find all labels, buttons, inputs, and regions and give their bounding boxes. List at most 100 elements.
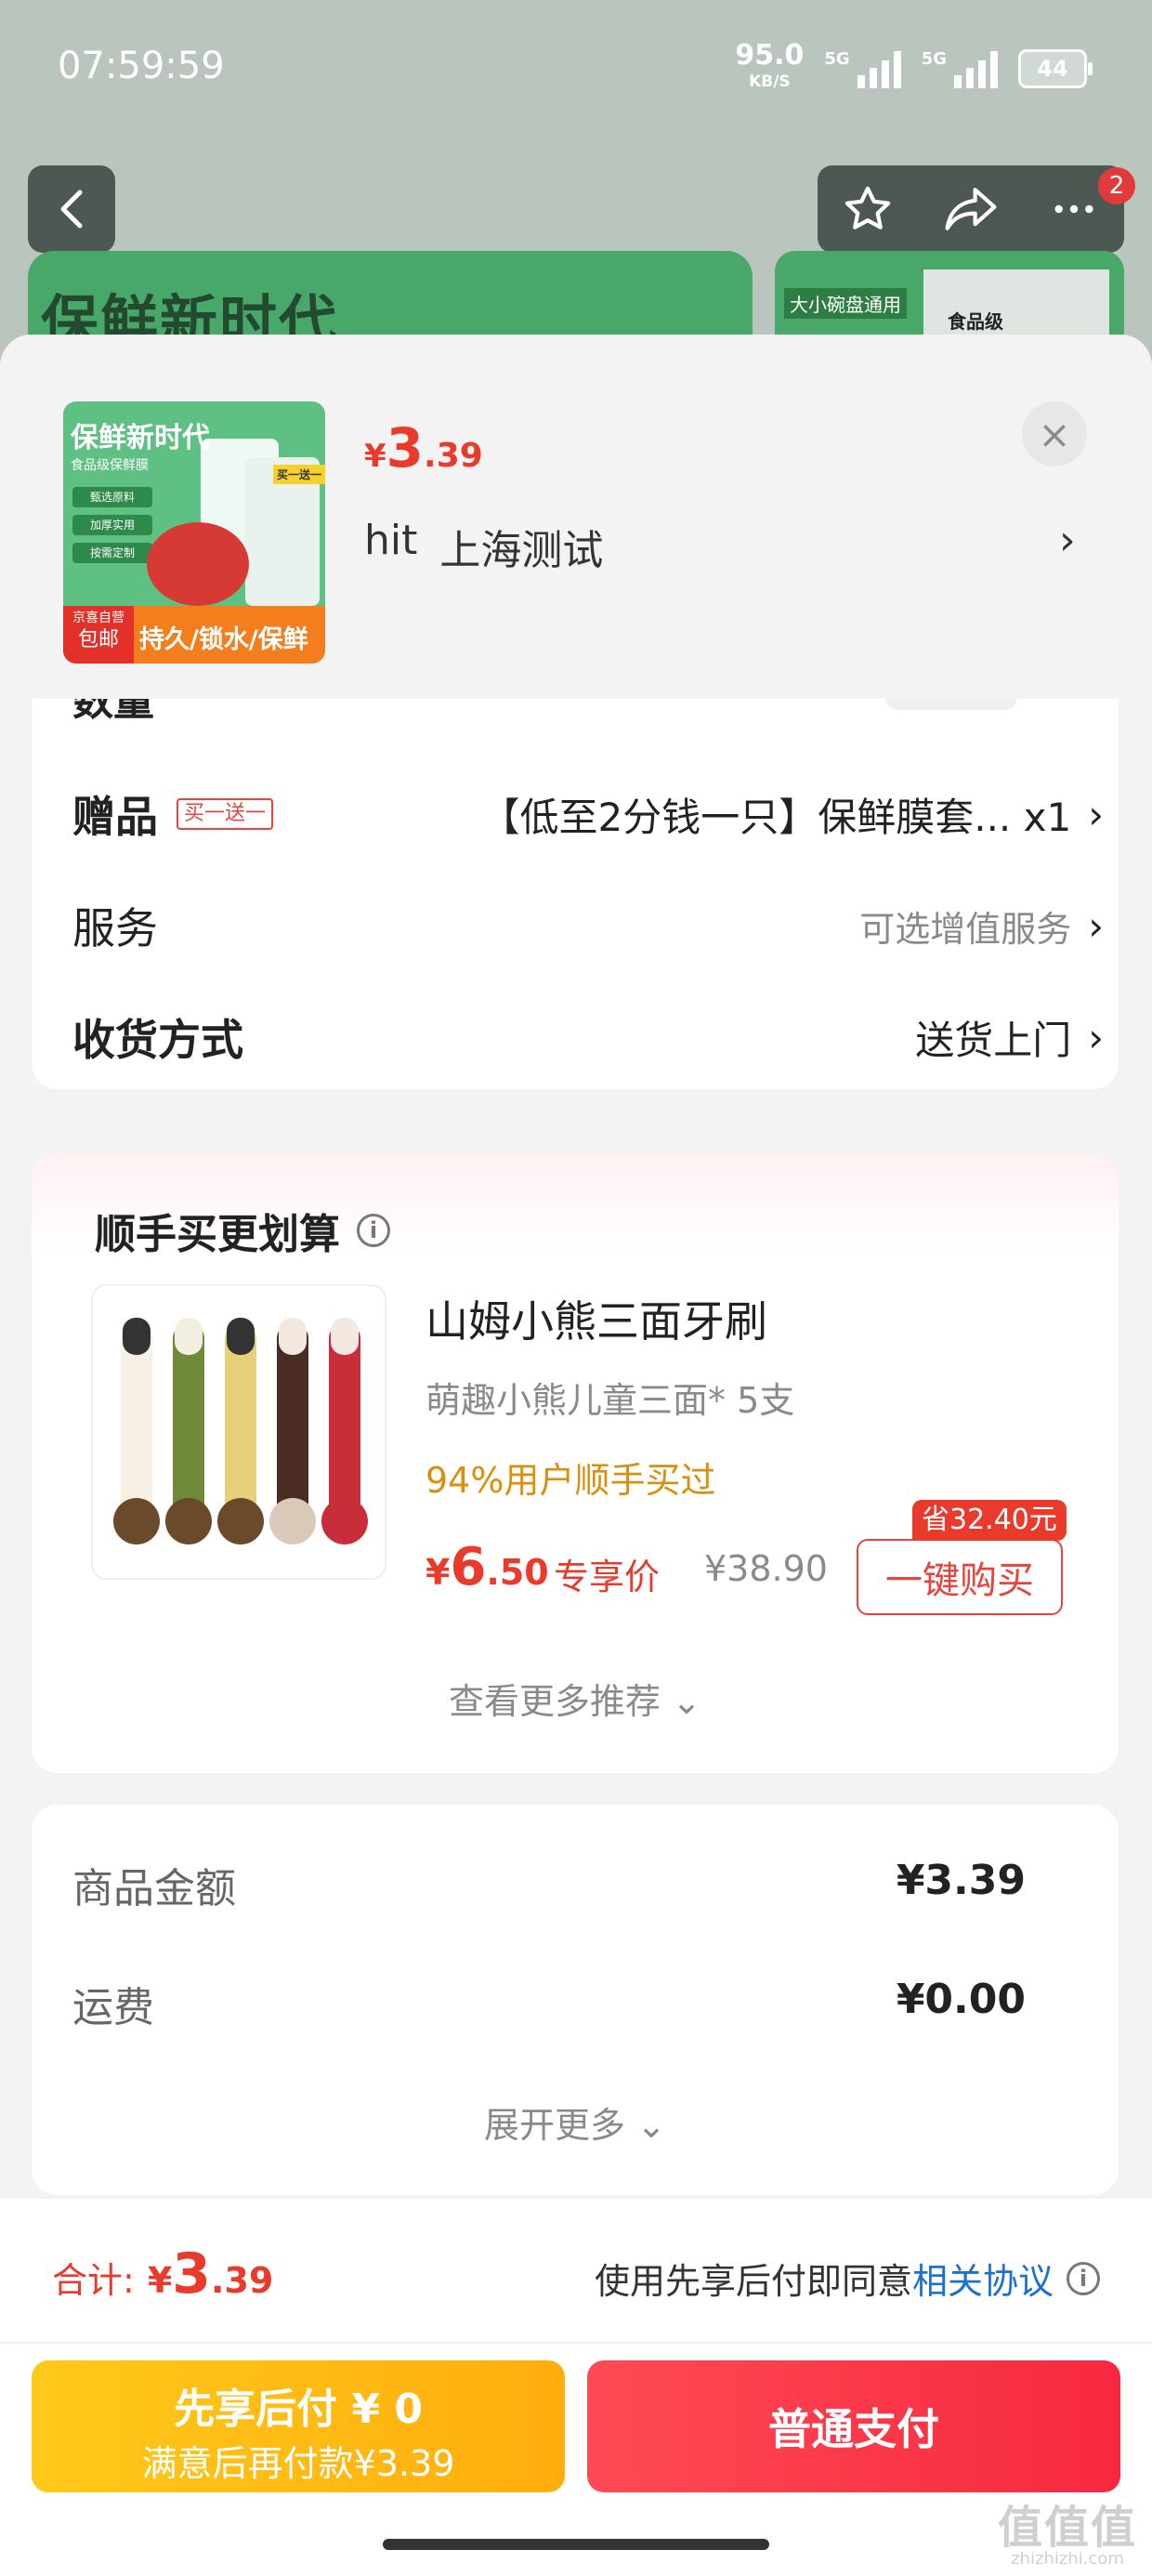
gift-tag: 买一送一	[177, 798, 274, 830]
battery-level: 44	[1037, 56, 1068, 82]
product-price: ¥3.39	[364, 416, 483, 480]
gift-value: 【低至2分钱一只】保鲜膜套... x1	[480, 794, 1072, 840]
chevron-right-icon: ›	[1088, 902, 1104, 949]
thumb-chip: 按需定制	[72, 543, 152, 563]
recommend-buy-rate: 94%用户顺手买过	[425, 1460, 716, 1501]
gift-label: 赠品	[72, 792, 158, 842]
watermark-text: 值值值	[997, 2502, 1137, 2554]
share-icon[interactable]	[943, 183, 999, 235]
options-card: 数量 赠品 买一送一 【低至2分钱一只】保鲜膜套... x1 › 服务 可选增值…	[32, 677, 1119, 1089]
signal-label: 5G	[824, 49, 850, 69]
delivery-right: 送货上门 ›	[915, 1009, 1104, 1066]
signal-icon-2: 5G	[922, 49, 998, 88]
original-price: ¥38.90	[704, 1548, 828, 1589]
back-button[interactable]	[28, 165, 115, 253]
chevron-right-icon[interactable]: ›	[1059, 517, 1076, 564]
status-icons: 95.0 KB/S 5G 5G 44	[735, 42, 1093, 95]
recommend-card: 顺手买更划算 i 山姆小熊三面牙刷 萌趣小熊儿童三面* 5支 94%用户顺手买过…	[32, 1154, 1119, 1773]
recommend-product-image[interactable]	[91, 1284, 386, 1580]
chevron-right-icon: ›	[1088, 791, 1104, 837]
recommend-title-text: 顺手买更划算	[95, 1211, 340, 1258]
pay-later-title: 先享后付 ¥ 0	[174, 2385, 423, 2433]
info-icon[interactable]: i	[357, 1214, 390, 1247]
thumb-badge-2: 包邮	[77, 628, 119, 651]
thumb-tomato	[147, 522, 249, 606]
close-icon: ×	[1038, 411, 1071, 457]
recommend-price-integer: 6	[450, 1537, 487, 1597]
delivery-value: 送货上门	[915, 1017, 1072, 1063]
price-integer: 3	[386, 416, 425, 480]
shipping-value: ¥0.00	[896, 1976, 1026, 2023]
total-amount: 合计: ¥3.39	[52, 2241, 273, 2307]
agreement-text: 使用先享后付即同意相关协议	[595, 2253, 1054, 2304]
total-label: 合计:	[52, 2260, 135, 2301]
close-button[interactable]: ×	[1022, 401, 1087, 467]
summary-card: 商品金额 ¥3.39 运费 ¥0.00 展开更多 ⌄	[32, 1805, 1119, 2195]
toothbrush-2	[165, 1318, 212, 1544]
network-speed-unit: KB/S	[749, 72, 791, 91]
toothbrush-5	[321, 1318, 368, 1544]
service-right: 可选增值服务 ›	[859, 900, 1104, 952]
notification-badge: 2	[1098, 167, 1135, 204]
checkout-bar: 合计: ¥3.39 使用先享后付即同意相关协议 i 先享后付 ¥ 0 满意后再付…	[0, 2199, 1152, 2576]
thumb-badge-1: 京喜自营	[72, 611, 124, 625]
total-currency: ¥	[147, 2260, 173, 2301]
address-name: hit	[364, 517, 418, 564]
thumb-subtitle: 食品级保鲜膜	[71, 458, 149, 473]
info-icon[interactable]: i	[1067, 2261, 1100, 2295]
background-thumb-label: 大小碗盘通用	[784, 288, 907, 319]
battery-icon: 44	[1018, 49, 1093, 88]
home-indicator[interactable]	[383, 2539, 769, 2550]
service-row[interactable]: 服务 可选增值服务 ›	[72, 888, 1104, 963]
price-currency: ¥	[364, 438, 386, 475]
agreement-note: 使用先享后付即同意相关协议 i	[595, 2253, 1100, 2304]
recommend-product-name[interactable]: 山姆小熊三面牙刷	[425, 1288, 767, 1349]
recommend-price: ¥6.50	[425, 1537, 549, 1597]
gift-right: 【低至2分钱一只】保鲜膜套... x1 ›	[481, 786, 1105, 843]
thumb-title: 保鲜新时代	[71, 422, 210, 454]
purchase-sheet: 保鲜新时代 食品级保鲜膜 甄选原料 加厚实用 按需定制 买一送一 京喜自营 包邮…	[0, 335, 1152, 2576]
price-decimal: .39	[424, 437, 483, 475]
signal-label-2: 5G	[921, 49, 947, 69]
thumb-strip: 京喜自营 包邮 持久/锁水/保鲜	[63, 606, 325, 664]
thumb-badge: 京喜自营 包邮	[63, 606, 134, 664]
recommend-product-subtitle: 萌趣小熊儿童三面* 5支	[425, 1380, 795, 1421]
service-label: 服务	[72, 903, 158, 953]
save-badge: 省32.40元	[912, 1500, 1067, 1541]
more-recommendations-link[interactable]: 查看更多推荐 ⌄	[32, 1673, 1119, 1724]
network-speed: 95.0 KB/S	[735, 42, 804, 95]
top-nav-actions	[818, 165, 1124, 253]
thumb-tag: 买一送一	[273, 465, 325, 484]
watermark-sub: zhizhizhi.com	[1011, 2549, 1124, 2569]
goods-amount-value: ¥3.39	[896, 1857, 1026, 1904]
watermark: 值值值 zhizhizhi.com	[998, 2505, 1137, 2569]
toothbrush-3	[217, 1318, 264, 1544]
delivery-row[interactable]: 收货方式 送货上门 ›	[72, 1000, 1104, 1074]
pay-later-subtitle: 满意后再付款¥3.39	[141, 2443, 455, 2484]
agreement-link[interactable]: 相关协议	[912, 2261, 1054, 2302]
total-decimal: .39	[211, 2260, 274, 2301]
background-app: 07:59:59 95.0 KB/S 5G 5G 44 2 保鲜新时代 大小碗盘…	[0, 0, 1152, 400]
exclusive-label: 专享价	[554, 1557, 661, 1597]
toothbrush-1	[113, 1318, 160, 1544]
goods-amount-label: 商品金额	[72, 1865, 236, 1912]
service-value: 可选增值服务	[859, 908, 1072, 950]
sheet-header: 保鲜新时代 食品级保鲜膜 甄选原料 加厚实用 按需定制 买一送一 京喜自营 包邮…	[0, 335, 1152, 699]
address-selector[interactable]: hit 上海测试	[364, 517, 603, 576]
recommend-price-decimal: .50	[486, 1552, 549, 1593]
more-icon[interactable]	[1048, 183, 1100, 235]
recommend-title: 顺手买更划算 i	[95, 1201, 390, 1260]
delivery-label: 收货方式	[72, 1015, 243, 1065]
product-thumbnail: 保鲜新时代 食品级保鲜膜 甄选原料 加厚实用 按需定制 买一送一 京喜自营 包邮…	[63, 401, 325, 664]
status-time: 07:59:59	[58, 45, 225, 87]
pay-later-button[interactable]: 先享后付 ¥ 0 满意后再付款¥3.39	[32, 2360, 565, 2492]
signal-icon: 5G	[824, 49, 901, 88]
recommend-price-currency: ¥	[425, 1552, 451, 1593]
network-speed-value: 95.0	[735, 39, 805, 72]
star-icon[interactable]	[842, 183, 894, 235]
one-click-buy-button[interactable]: 一键购买	[857, 1539, 1063, 1615]
expand-more-link[interactable]: 展开更多 ⌄	[32, 2096, 1119, 2148]
normal-pay-button[interactable]: 普通支付	[587, 2360, 1120, 2492]
gift-row[interactable]: 赠品 买一送一 【低至2分钱一只】保鲜膜套... x1 ›	[72, 777, 1104, 851]
thumb-chip: 甄选原料	[72, 487, 152, 507]
